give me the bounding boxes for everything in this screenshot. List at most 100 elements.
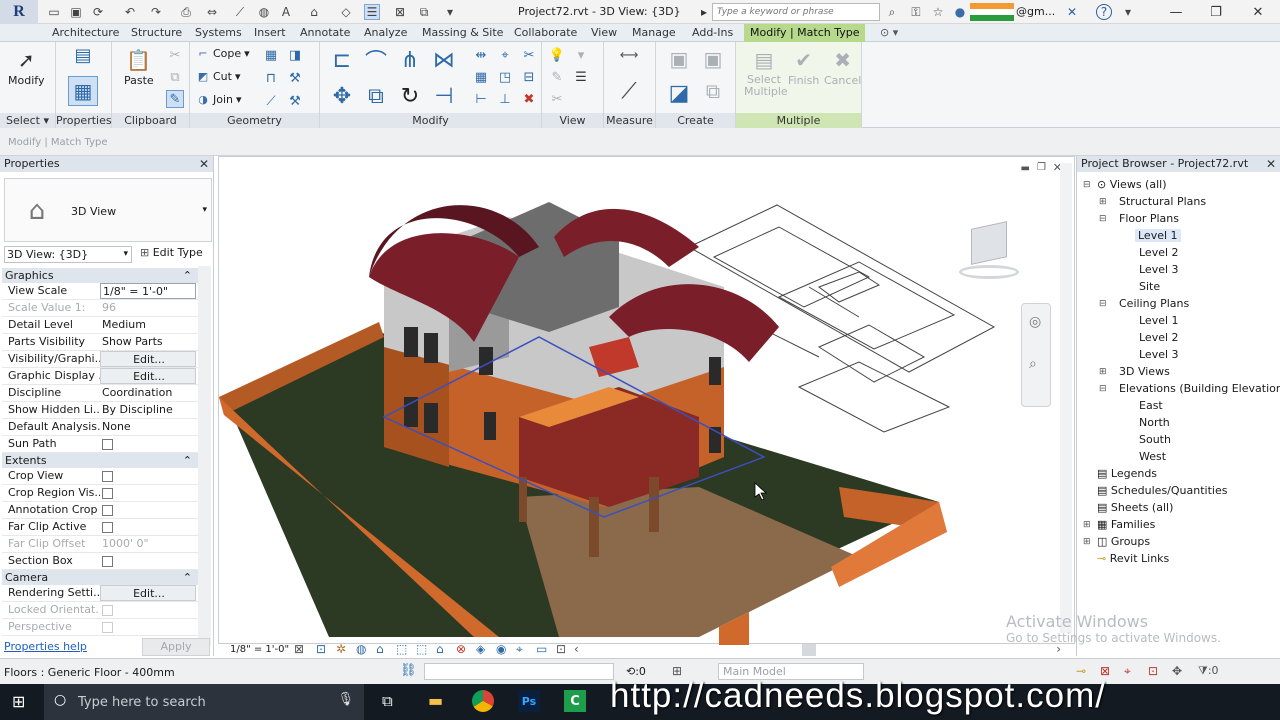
unlock-3d-icon[interactable]: ⌂ [436,642,444,656]
extend-icon[interactable]: ⊥ [496,90,514,108]
text-icon[interactable]: A [278,4,294,20]
cut-geometry-button[interactable]: ◩ Cut ▾ [196,69,241,83]
tree-floor-plan-level-1[interactable]: Level 1 [1135,229,1181,242]
mirror-draw-icon[interactable]: ⋈ [430,46,458,74]
subscription-icon[interactable]: ⚿ [908,4,924,20]
measure-between-icon[interactable]: ⟷ [620,46,639,64]
keyword-search-input[interactable] [712,3,880,21]
copy-clip-icon[interactable]: ⧉ [166,68,184,86]
render-icon[interactable]: ⌂ [376,642,384,656]
user-icon[interactable]: ● [952,4,968,20]
tree-3d-views[interactable]: 3D Views [1119,365,1170,378]
close-properties-icon[interactable]: ✕ [199,156,209,172]
crop-view-icon[interactable]: ⬚ [396,642,407,656]
type-selector[interactable]: ⌂ 3D View ▾ [4,178,212,242]
tree-ceiling-level-1[interactable]: Level 1 [1139,314,1179,327]
crop-region-visible-checkbox[interactable] [102,488,113,499]
tab-collaborate[interactable]: Collaborate [514,26,577,39]
rendering-settings-edit-button[interactable]: Edit... [100,585,196,601]
split-gap-icon[interactable]: ⊟ [520,68,538,86]
show-crop-icon[interactable]: ⬚ [416,642,427,656]
visual-style-icon[interactable]: ⊡ [316,642,326,656]
isolate-icon[interactable]: ✂ [548,90,566,108]
pin-icon[interactable]: ⌖ [496,46,514,64]
select-pinned-icon[interactable]: ⌖ [1124,664,1131,679]
crop-view-checkbox[interactable] [102,471,113,482]
view-scale-input[interactable]: 1/8" = 1'-0" [100,283,196,299]
finish-button[interactable]: ✔ Finish [788,46,819,87]
expand-tree-icon[interactable]: ⊞ [1083,520,1091,530]
tab-systems[interactable]: Systems [195,26,242,39]
override-icon[interactable]: ✎ [548,68,566,86]
visibility-graphics-edit-button[interactable]: Edit... [100,351,196,367]
expand-tree-icon[interactable]: ⊞ [1099,197,1107,207]
dimension-icon[interactable]: ⟋ [232,4,248,20]
properties-help-link[interactable]: Properties help [4,640,87,653]
windows-start-icon[interactable]: ⊞ [12,692,25,711]
create-similar-icon[interactable]: ⧉ [700,78,726,104]
tab-annotate[interactable]: Annotate [300,26,350,39]
tree-elevation-south[interactable]: South [1139,433,1171,446]
tree-elevation-east[interactable]: East [1139,399,1163,412]
tree-views-all[interactable]: ⊙ Views (all) [1097,178,1167,191]
close-hidden-windows-icon[interactable]: ⊠ [392,4,408,20]
photoshop-icon[interactable]: Ps [518,690,540,712]
mirror-axis-icon[interactable]: ⋔ [396,46,424,74]
select-dropdown[interactable]: Select ▾ [0,113,55,128]
create-assembly-icon[interactable]: ▣ [700,46,726,72]
type-properties-icon[interactable]: ▤ [74,45,92,66]
collapse-tree-icon[interactable]: ⊟ [1099,214,1107,224]
tree-ceiling-level-3[interactable]: Level 3 [1139,348,1179,361]
create-parts-icon[interactable]: ◪ [664,78,694,108]
favorites-star-icon[interactable]: ☆ [930,4,946,20]
viewport-scrollbar[interactable] [1060,163,1072,633]
3d-viewport[interactable]: ▬ ❐ ✕ ◎ ⌕ [218,156,1076,645]
navigation-bar[interactable]: ◎ ⌕ [1021,303,1051,407]
highlight-displacement-icon[interactable]: ▭ [536,642,547,656]
customize-qat-icon[interactable]: ▾ [442,4,458,20]
tree-elevation-north[interactable]: North [1139,416,1170,429]
trim-extend-icon[interactable]: ⊣ [430,82,458,110]
measure-along-icon[interactable]: ⟋ [614,76,644,106]
file-explorer-icon[interactable]: ▬ [428,691,443,710]
tree-elevations[interactable]: Elevations (Building Elevation) [1119,382,1280,395]
edit-type-button[interactable]: ⊞ Edit Type [140,246,203,259]
group-extents[interactable]: Extents ⌃ [2,453,198,468]
tab-insert[interactable]: Insert [254,26,286,39]
paste-button[interactable]: 📋 Paste [124,46,154,87]
open-icon[interactable]: ▭ [46,4,62,20]
instance-filter-select[interactable]: 3D View: {3D} ▾ [4,246,132,263]
copy-icon[interactable]: ⧉ [362,82,390,110]
split-icon[interactable]: ⇹ [472,46,490,64]
delete-icon[interactable]: ✖ [520,90,538,108]
temporary-hide-icon[interactable]: ⊗ [456,642,466,656]
paint-icon[interactable]: ◨ [286,46,304,64]
align-icon[interactable]: ⊏ [328,46,356,74]
house-model[interactable] [219,157,1076,645]
reveal-constraints-icon[interactable]: ⊡ [556,642,566,656]
tab-view[interactable]: View [591,26,617,39]
analytical-model-icon[interactable]: ⌖ [516,642,523,657]
tree-ceiling-plans[interactable]: Ceiling Plans [1119,297,1189,310]
match-type-icon[interactable]: ✎ [166,90,184,108]
default-3d-view-icon[interactable]: ⌂ [306,4,322,20]
collapse-icon[interactable]: ⌃ [183,570,192,585]
discipline-value[interactable]: Coordination [100,385,196,401]
rotate-icon[interactable]: ↻ [396,82,424,110]
worksharing-icon[interactable]: ◉ [496,642,506,656]
tree-revit-links[interactable]: ⊸ Revit Links [1097,552,1169,565]
select-by-face-icon[interactable]: ⊡ [1148,664,1158,678]
modify-button[interactable]: ➚ Modify [8,46,44,87]
tree-groups[interactable]: ◫ Groups [1097,535,1150,548]
workset-select[interactable] [424,663,614,680]
section-box-checkbox[interactable] [102,556,113,567]
help-dropdown-icon[interactable]: ▾ [1120,4,1136,20]
annotation-crop-checkbox[interactable] [102,505,113,516]
switch-windows-icon[interactable]: ⧉ [416,4,432,20]
cope-button[interactable]: ⌐ Cope ▾ [196,46,249,60]
tree-ceiling-level-2[interactable]: Level 2 [1139,331,1179,344]
hide-icon[interactable]: 💡 [548,46,566,64]
demolish-icon[interactable]: ⚒ [286,69,304,87]
parts-visibility-value[interactable]: Show Parts [100,334,196,350]
microphone-icon[interactable]: 🎙 [337,692,354,707]
